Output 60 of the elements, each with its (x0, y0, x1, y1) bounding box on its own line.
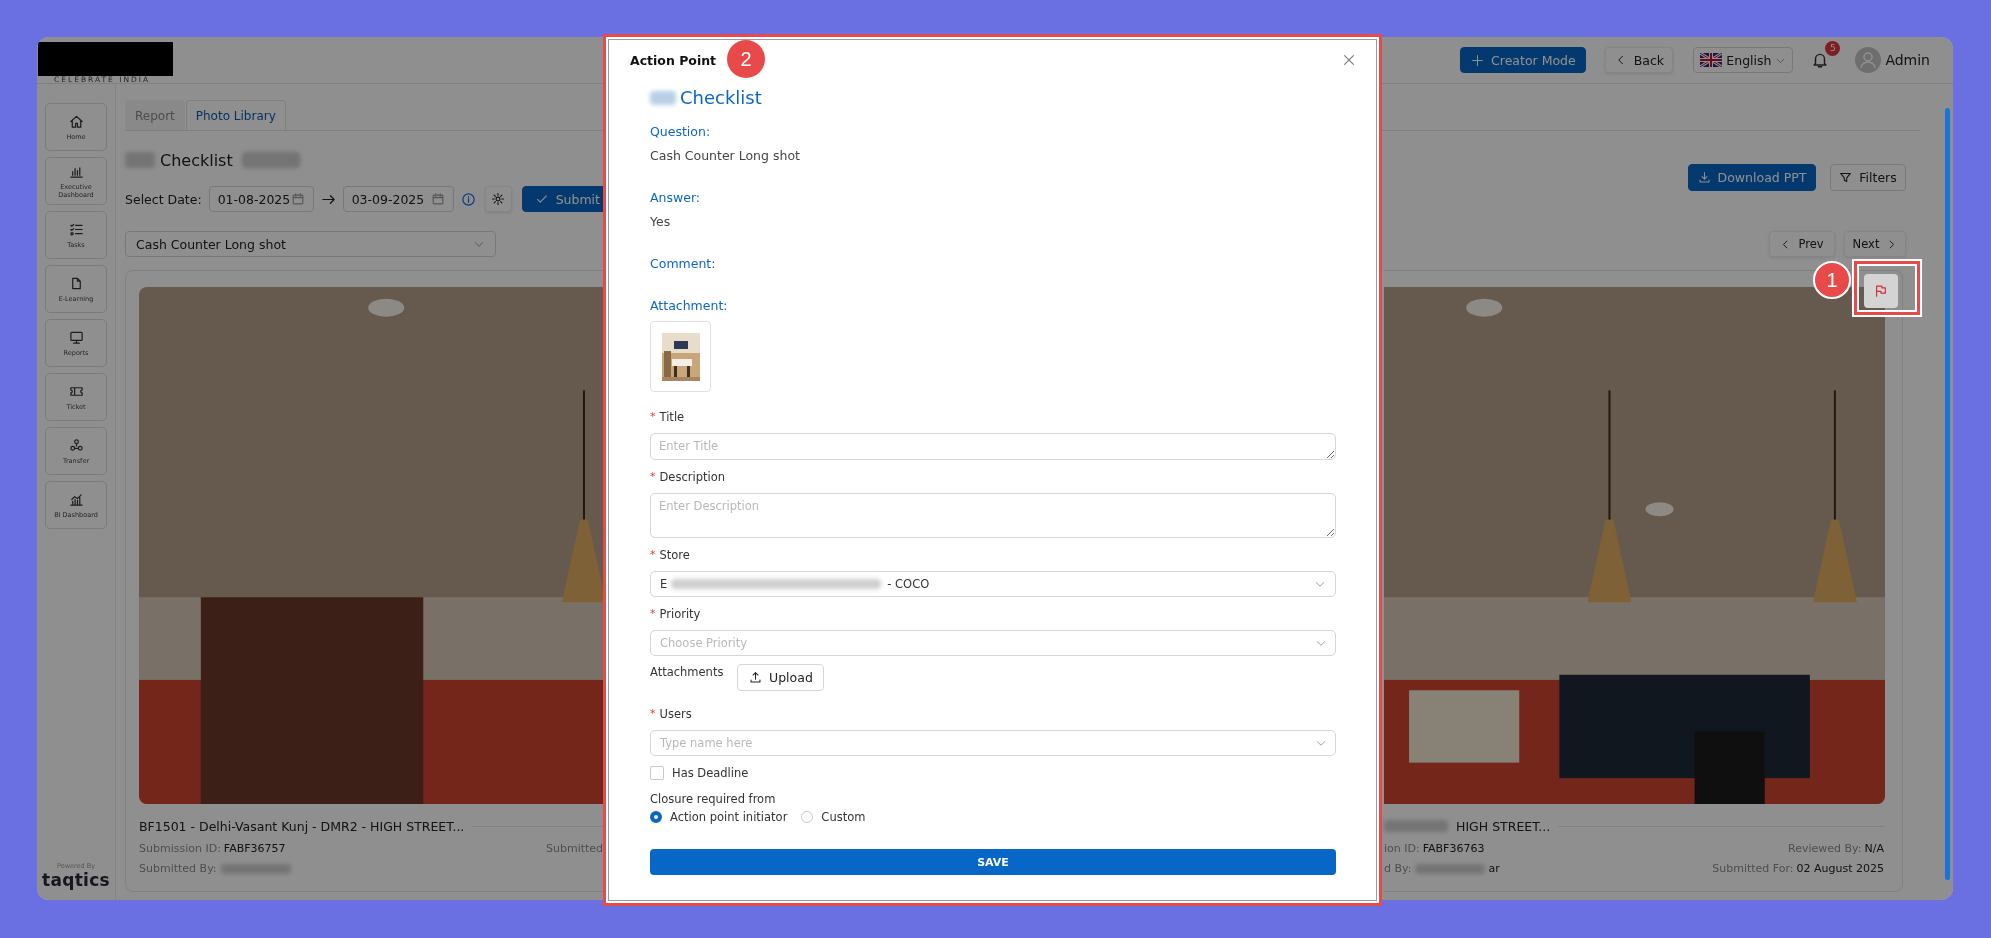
avatar-icon (1855, 47, 1882, 73)
radio-label: Action point initiator (670, 810, 788, 824)
question-select[interactable]: Cash Counter Long shot (125, 231, 496, 257)
home-icon (68, 113, 84, 129)
checklist-heading: Checklist (650, 85, 1336, 111)
user-name: Admin (1885, 52, 1930, 68)
date-label: Select Date: (125, 191, 202, 207)
date-field[interactable]: 03-09-2025 (342, 186, 454, 212)
meta-text: Reviewed By: N/A (1788, 841, 1884, 857)
back-button[interactable]: Back (1605, 47, 1674, 73)
meta-text: Submitted For: 02 August 2025 (1712, 861, 1884, 877)
download-button[interactable]: Download PPT (1688, 164, 1816, 191)
detail-label: Comment: (650, 255, 717, 273)
detail-value: Yes (650, 213, 672, 231)
flag-icon (1874, 284, 1888, 298)
radio-button[interactable] (650, 811, 662, 823)
presentation-icon (68, 329, 84, 345)
save-button[interactable]: SAVE (650, 849, 1336, 875)
detail-value: Cash Counter Long shot (650, 147, 801, 165)
download-icon (1697, 171, 1711, 184)
scrollbar[interactable] (1945, 108, 1950, 880)
annotation-number: 1 (1813, 261, 1851, 299)
card-title: HIGH STREET... (1384, 818, 1551, 834)
calendar-icon (430, 192, 445, 206)
close-icon (1342, 53, 1356, 67)
people-network-icon (68, 437, 84, 453)
plus-icon (1471, 53, 1485, 67)
uk-flag-icon (1700, 53, 1723, 67)
tab[interactable]: Photo Library (185, 100, 286, 130)
tab[interactable]: Report (125, 100, 185, 130)
card-title: BF1501 - Delhi-Vasant Kunj - DMR2 - HIGH STREET... (139, 818, 465, 834)
settings-button[interactable] (484, 186, 512, 212)
detail-label: Answer: (650, 189, 702, 207)
trend-chart-icon (68, 491, 84, 507)
info-icon (460, 191, 476, 207)
flag-button[interactable] (1864, 274, 1898, 308)
meta-text: Submitted By: (139, 859, 546, 879)
filters-button[interactable]: Filters (1830, 164, 1906, 191)
detail-label: Question: (650, 123, 712, 141)
annotation-frame (1854, 261, 1920, 315)
next-button[interactable]: Next (1844, 231, 1906, 257)
checklist-icon (68, 221, 84, 237)
language-select[interactable]: English (1693, 47, 1794, 73)
radio-label: Custom (821, 810, 866, 824)
creator-mode-button[interactable]: Creator Mode (1460, 47, 1587, 73)
meta-text: Submitted (546, 841, 604, 857)
check-icon (534, 192, 549, 206)
annotation-number: 2 (727, 40, 765, 78)
settings-icon (491, 192, 506, 206)
date-field[interactable]: 01-08-2025 (208, 186, 314, 212)
meta-text: d By: ar (1384, 861, 1500, 877)
notification-badge: 5 (1825, 41, 1841, 56)
prev-button[interactable]: Prev (1769, 231, 1835, 257)
meta-text: Submission ID: FABF36757 (139, 841, 287, 857)
close-button[interactable] (1342, 53, 1356, 67)
meta-text: ion ID: FABF36763 (1384, 841, 1486, 857)
filter-icon (1839, 171, 1853, 184)
calendar-icon (290, 192, 305, 206)
dialog-title: Action Point (630, 52, 717, 68)
vendor-logo: taqtics (42, 870, 110, 890)
